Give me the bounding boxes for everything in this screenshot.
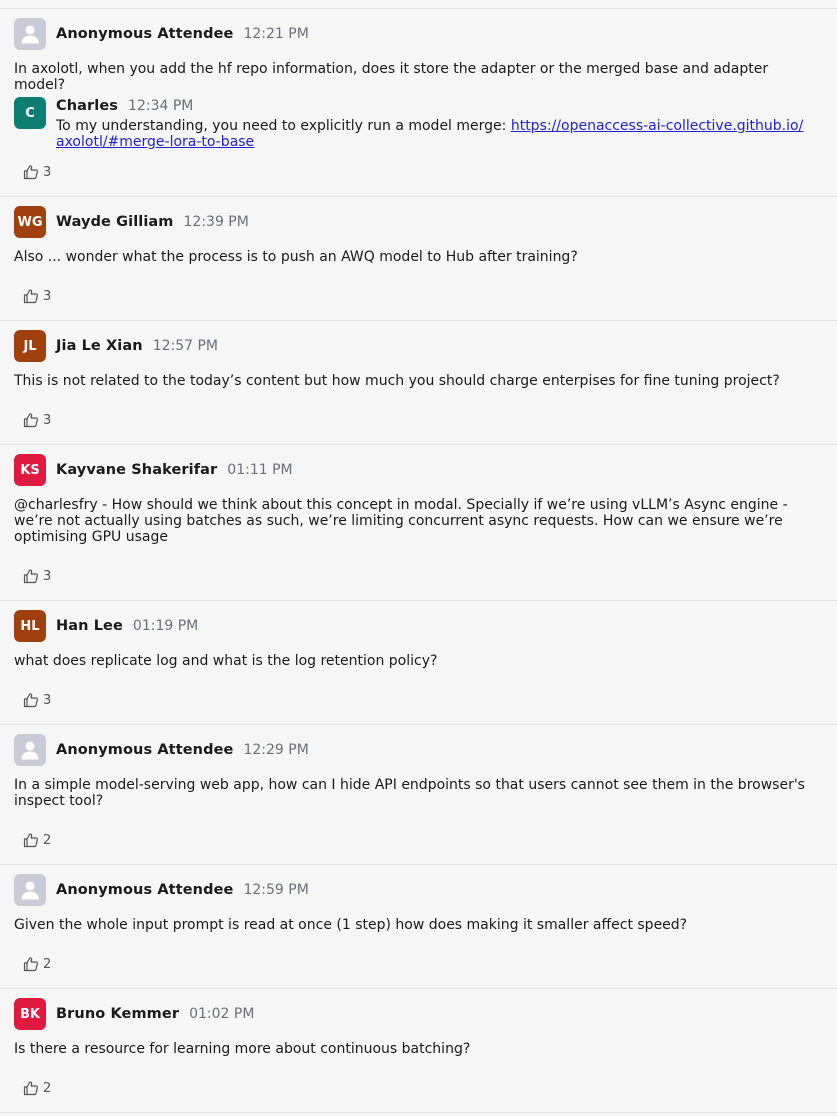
upvote-count: 3: [43, 164, 52, 180]
link-text-line-1: https://openaccess-ai-collective.github.…: [510, 118, 804, 134]
author-name: Anonymous Attendee: [56, 26, 234, 42]
upvote-count: 3: [43, 692, 52, 708]
question-card: WG Wayde Gilliam 12:39 PM Also ... wonder w…: [0, 197, 837, 321]
upvote-count: 3: [43, 412, 52, 428]
author-name: Bruno Kemmer: [56, 1006, 180, 1022]
upvote-count: 2: [43, 832, 52, 848]
avatar: BK: [14, 998, 46, 1030]
thumbs-up-icon: [23, 164, 43, 180]
upvote-count: 2: [43, 1080, 52, 1096]
question-card: JL Jia Le Xian 12:57 PM This is not related…: [0, 321, 837, 445]
thumbs-up-icon: [23, 956, 43, 972]
avatar: JL: [14, 330, 46, 362]
thumbs-up-icon: [23, 692, 43, 708]
question-text: what does replicate log and what is the …: [14, 653, 438, 669]
upvote-button[interactable]: 3: [23, 692, 51, 708]
question-card: KS Kayvane Shakerifar 01:11 PM @charlesfry …: [0, 445, 837, 601]
timestamp: 01:02 PM: [189, 1006, 255, 1022]
thumbs-up-icon: [23, 1080, 43, 1096]
upvote-count: 2: [43, 956, 52, 972]
upvote-button[interactable]: 2: [23, 956, 51, 972]
upvote-button[interactable]: 3: [23, 412, 51, 428]
author-name: Anonymous Attendee: [56, 742, 234, 758]
question-header: BK Bruno Kemmer 01:02 PM: [14, 998, 823, 1030]
timestamp: 12:34 PM: [128, 98, 194, 114]
link-text-line-2: axolotl/#merge-lora-to-base: [56, 134, 255, 150]
timestamp: 01:11 PM: [227, 462, 293, 478]
upvote-count: 3: [43, 288, 52, 304]
anonymous-user-icon: [14, 734, 46, 766]
question-card: HL Han Lee 01:19 PM what does replicate log…: [0, 601, 837, 725]
avatar: WG: [14, 206, 46, 238]
author-name: Wayde Gilliam: [56, 214, 174, 230]
question-text: @charlesfry - How should we think about …: [14, 497, 788, 545]
question-header: KS Kayvane Shakerifar 01:11 PM: [14, 454, 823, 486]
question-header: Anonymous Attendee 12:29 PM: [14, 734, 823, 766]
timestamp: 12:57 PM: [152, 338, 219, 354]
anonymous-user-icon: [14, 874, 46, 906]
question-header: HL Han Lee 01:19 PM: [14, 610, 823, 642]
thumbs-up-icon: [23, 832, 43, 848]
question-text: Given the whole input prompt is read at …: [14, 917, 688, 933]
answer-body: Charles 12:34 PM To my understanding, you …: [56, 97, 816, 150]
upvote-button[interactable]: 3: [23, 164, 51, 180]
thumbs-up-icon: [23, 568, 43, 584]
upvote-button[interactable]: 2: [23, 832, 51, 848]
question-card: Anonymous Attendee 12:29 PM In a simple mo…: [0, 725, 837, 865]
questions-list: Anonymous Attendee 12:21 PM In axolotl, wh…: [0, 8, 837, 1113]
answer-text-prefix: To my understanding, you need to explici…: [56, 118, 511, 134]
timestamp: 01:19 PM: [132, 618, 199, 634]
timestamp: 12:21 PM: [243, 26, 309, 42]
upvote-button[interactable]: 3: [23, 288, 51, 304]
avatar: HL: [14, 610, 46, 642]
question-text: Also ... wonder what the process is to p…: [14, 249, 578, 265]
thumbs-up-icon: [23, 288, 43, 304]
author-name: Kayvane Shakerifar: [56, 462, 218, 478]
question-header: Anonymous Attendee 12:59 PM: [14, 874, 823, 906]
question-card: Anonymous Attendee 12:21 PM In axolotl, wh…: [0, 9, 837, 197]
thumbs-up-icon: [23, 412, 43, 428]
author-name: Han Lee: [56, 618, 123, 634]
upvote-button[interactable]: 2: [23, 1080, 51, 1096]
upvote-button[interactable]: 3: [23, 568, 51, 584]
question-text: This is not related to the today’s conte…: [14, 373, 780, 389]
timestamp: 12:59 PM: [243, 882, 309, 898]
anonymous-user-icon: [14, 18, 46, 50]
avatar: C: [14, 97, 46, 129]
question-text: In a simple model-serving web app, how c…: [14, 777, 805, 809]
author-name: Charles: [56, 98, 119, 114]
question-card: Anonymous Attendee 12:59 PM Given the whol…: [0, 865, 837, 989]
question-text: Is there a resource for learning more ab…: [14, 1041, 471, 1057]
timestamp: 12:29 PM: [243, 742, 309, 758]
upvote-count: 3: [43, 568, 52, 584]
timestamp: 12:39 PM: [183, 214, 249, 230]
answer: C Charles 12:34 PM To my understanding, you…: [14, 97, 823, 150]
question-text: In axolotl, when you add the hf repo inf…: [14, 61, 769, 93]
question-header: JL Jia Le Xian 12:57 PM: [14, 330, 823, 362]
answer-header: Charles 12:34 PM: [56, 97, 816, 115]
question-card: BK Bruno Kemmer 01:02 PM Is there a resourc…: [0, 989, 837, 1113]
avatar: KS: [14, 454, 46, 486]
author-name: Jia Le Xian: [56, 338, 143, 354]
question-header: Anonymous Attendee 12:21 PM: [14, 18, 823, 50]
author-name: Anonymous Attendee: [56, 882, 234, 898]
answer-text: To my understanding, you need to explici…: [56, 118, 816, 150]
question-header: WG Wayde Gilliam 12:39 PM: [14, 206, 823, 238]
